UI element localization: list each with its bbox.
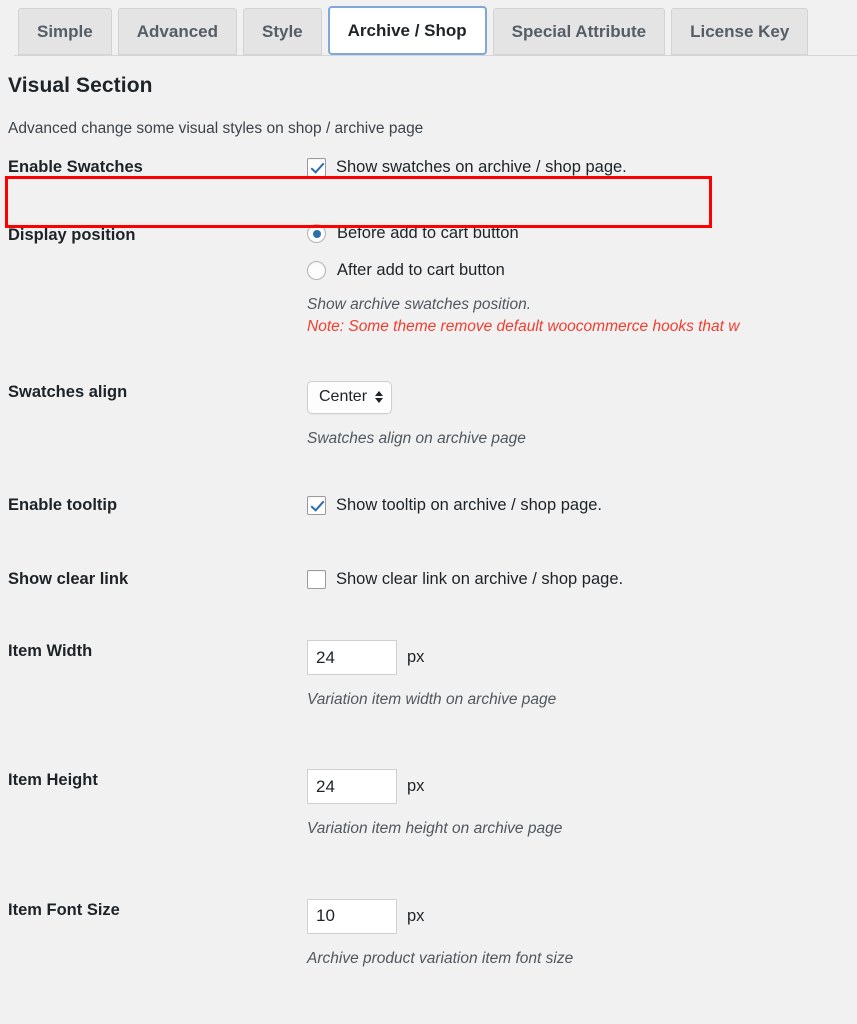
item-font-size-description: Archive product variation item font size [307, 949, 574, 967]
item-width-input[interactable] [307, 640, 397, 675]
tab-label: Simple [37, 21, 93, 41]
tab-label: Special Attribute [511, 21, 647, 41]
field-label-display-position: Display position [8, 226, 136, 244]
item-height-unit: px [407, 777, 425, 796]
field-row-item-height: Item Height px Variation item height on … [0, 769, 857, 840]
tab-archive-shop[interactable]: Archive / Shop [327, 6, 487, 55]
radio-after-add-to-cart[interactable] [307, 261, 326, 280]
tab-label: Advanced [136, 21, 218, 41]
field-label-item-width: Item Width [8, 642, 93, 660]
enable-tooltip-checkbox[interactable] [307, 495, 326, 515]
swatches-align-select[interactable]: Center [307, 380, 393, 414]
field-label-enable-swatches: Enable Swatches [8, 158, 143, 177]
page-title: Visual Section [8, 74, 153, 97]
settings-form: Enable Swatches Show swatches on archive… [0, 138, 857, 970]
field-label-enable-tooltip: Enable tooltip [8, 496, 118, 515]
field-row-show-clear-link: Show clear link Show clear link on archi… [0, 568, 857, 590]
field-row-item-width: Item Width px Variation item width on ar… [0, 640, 857, 711]
item-height-input[interactable] [307, 769, 397, 805]
display-position-option-before[interactable]: Before add to cart button [307, 224, 857, 243]
field-row-enable-tooltip: Enable tooltip Show tooltip on archive /… [0, 494, 857, 516]
display-position-description: Show archive swatches position. [307, 296, 532, 313]
radio-before-add-to-cart[interactable] [307, 224, 326, 243]
radio-label-before: Before add to cart button [337, 224, 519, 242]
tab-license-key[interactable]: License Key [671, 8, 809, 55]
enable-tooltip-checkbox-label: Show tooltip on archive / shop page. [336, 495, 603, 514]
field-row-swatches-align: Swatches align Center Swatches align on … [0, 380, 857, 450]
enable-tooltip-checkbox-group[interactable]: Show tooltip on archive / shop page. [307, 495, 857, 515]
tab-special-attribute[interactable]: Special Attribute [492, 8, 666, 55]
item-width-unit: px [407, 648, 425, 666]
tab-label: Archive / Shop [347, 20, 467, 40]
field-label-show-clear-link: Show clear link [8, 570, 129, 589]
field-label-item-font-size: Item Font Size [8, 900, 120, 919]
tab-simple[interactable]: Simple [18, 8, 112, 55]
show-clear-link-checkbox-label: Show clear link on archive / shop page. [336, 569, 624, 588]
tab-label: License Key [690, 21, 790, 41]
field-row-enable-swatches: Enable Swatches Show swatches on archive… [0, 144, 857, 190]
item-font-size-unit: px [407, 906, 425, 925]
section-description: Advanced change some visual styles on sh… [8, 120, 424, 137]
enable-swatches-checkbox[interactable] [307, 157, 326, 177]
enable-swatches-checkbox-label: Show swatches on archive / shop page. [336, 157, 627, 176]
field-row-display-position: Display position Before add to cart butt… [0, 224, 857, 339]
settings-tab-bar: Simple Advanced Style Archive / Shop Spe… [0, 0, 857, 56]
item-width-description: Variation item width on archive page [307, 691, 557, 708]
field-label-item-height: Item Height [8, 771, 98, 790]
section-header: Visual Section Advanced change some visu… [0, 56, 857, 138]
item-font-size-input[interactable] [307, 898, 397, 934]
tab-style[interactable]: Style [243, 8, 322, 55]
select-updown-icon [375, 391, 384, 404]
field-label-swatches-align: Swatches align [8, 382, 128, 401]
display-position-note: Note: Some theme remove default woocomme… [307, 318, 740, 336]
show-clear-link-checkbox-group[interactable]: Show clear link on archive / shop page. [307, 569, 857, 589]
swatches-align-description: Swatches align on archive page [307, 429, 526, 447]
show-clear-link-checkbox[interactable] [307, 569, 326, 589]
tab-advanced[interactable]: Advanced [117, 8, 237, 55]
item-height-description: Variation item height on archive page [307, 820, 563, 838]
tab-label: Style [262, 21, 303, 41]
field-row-item-font-size: Item Font Size px Archive product variat… [0, 898, 857, 970]
display-position-option-after[interactable]: After add to cart button [307, 261, 857, 280]
radio-label-after: After add to cart button [337, 261, 505, 279]
enable-swatches-checkbox-group[interactable]: Show swatches on archive / shop page. [307, 157, 857, 177]
swatches-align-selected-value: Center [319, 388, 368, 406]
